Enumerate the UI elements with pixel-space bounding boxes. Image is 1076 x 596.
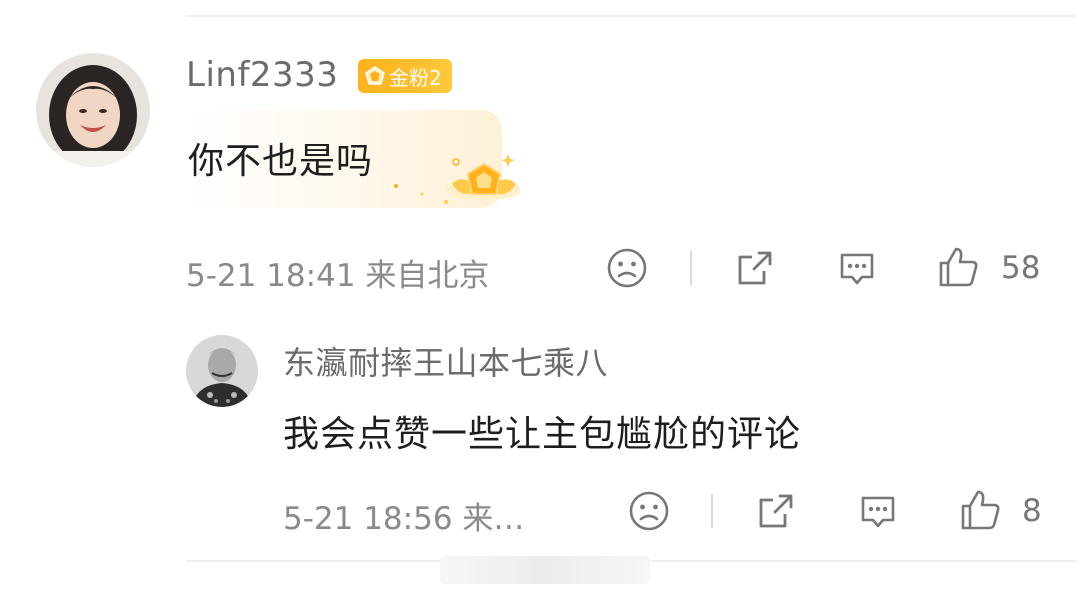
- gold-fan-badge-icon: [365, 66, 385, 85]
- sad-face-icon[interactable]: [628, 490, 670, 532]
- action-separator: [711, 494, 713, 528]
- share-icon[interactable]: [755, 490, 797, 532]
- comment-icon[interactable]: [836, 247, 878, 289]
- like-count: 58: [1001, 250, 1041, 286]
- share-icon[interactable]: [734, 247, 776, 289]
- reply-meta: 5-21 18:56 来…: [283, 501, 525, 537]
- action-separator: [690, 251, 692, 285]
- thumbs-up-icon[interactable]: [937, 245, 981, 289]
- comment-icon[interactable]: [857, 490, 899, 532]
- badge-label: 金粉2: [389, 65, 442, 90]
- gold-fan-bubble-icon: [394, 154, 520, 204]
- fan-badge[interactable]: 金粉2: [358, 59, 452, 93]
- comment-text: 你不也是吗: [188, 141, 374, 182]
- reply-username[interactable]: 东瀛耐摔王山本七乘八: [283, 338, 608, 384]
- avatar[interactable]: [186, 335, 258, 407]
- sad-face-icon[interactable]: [606, 247, 648, 289]
- username[interactable]: Linf2333: [186, 55, 338, 95]
- comment-meta: 5-21 18:41 来自北京: [186, 258, 490, 294]
- reply-text: 我会点赞一些让主包尴尬的评论: [283, 414, 802, 455]
- watermark: [440, 556, 650, 584]
- like-count: 8: [1022, 493, 1042, 529]
- avatar[interactable]: [36, 53, 150, 167]
- top-divider: [186, 15, 1076, 17]
- thumbs-up-icon[interactable]: [959, 488, 1003, 532]
